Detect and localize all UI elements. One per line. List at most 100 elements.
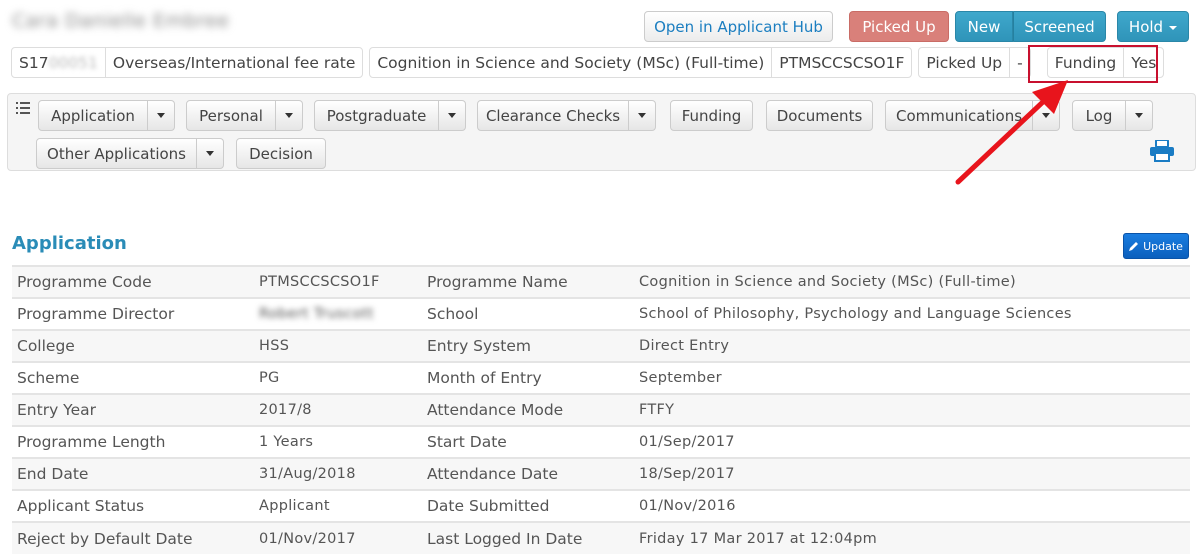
nav-decision-button[interactable]: Decision [236,138,326,169]
picked-up-button[interactable]: Picked Up [849,11,949,42]
nav-clearance-checks-dropdown[interactable] [629,100,656,131]
table-row: Scheme PG Month of Entry September [12,362,1190,394]
field-value: 01/Sep/2017 [639,434,735,450]
table-row: Applicant Status Applicant Date Submitted 0… [12,490,1190,522]
header-actions: Open in Applicant Hub Picked Up New Scre… [0,11,1200,43]
nav-documents-button[interactable]: Documents [766,100,873,131]
summary-group-id-fee: S17 00051 Overseas/International fee rat… [11,47,364,78]
field-label: Reject by Default Date [17,529,193,548]
field-value: Applicant [259,498,330,514]
nav-application-dropdown[interactable] [148,100,175,131]
table-row: Entry Year 2017/8 Attendance Mode FTFY [12,394,1190,426]
list-icon [16,102,30,114]
field-label: Date Submitted [427,497,550,515]
field-label: Last Logged In Date [427,529,583,548]
nav-personal-button[interactable]: Personal [186,100,276,131]
nav-personal: Personal [186,100,303,131]
nav-other-applications-dropdown[interactable] [197,138,224,169]
table-row: Programme Length 1 Years Start Date 01/Sep/… [12,426,1190,458]
nav-communications: Communications [885,100,1060,131]
field-value: PG [259,370,280,386]
student-id-prefix: S17 [19,53,49,72]
field-value: September [639,370,722,386]
status-button-group: New Screened [955,11,1106,42]
field-value: Cognition in Science and Society (MSc) (… [639,274,1016,290]
field-label: Scheme [17,369,80,387]
update-button[interactable]: Update [1123,233,1189,259]
summary-programme-name: Cognition in Science and Society (MSc) (… [377,53,765,72]
field-label: Entry Year [17,401,96,419]
field-value: 01/Nov/2016 [639,498,736,514]
caret-down-icon [1042,113,1050,118]
summary-group-funding: Funding Yes [1046,47,1165,78]
caret-down-icon [1169,25,1178,30]
table-row: Reject by Default Date 01/Nov/2017 Last Lo… [12,522,1190,554]
table-row: Programme Director Robert Truscott School S… [12,298,1190,330]
new-button[interactable]: New [955,11,1013,42]
hold-label: Hold [1128,17,1164,36]
field-label: Month of Entry [427,369,542,387]
student-id: S17 00051 [12,48,105,77]
field-value: HSS [259,338,290,354]
caret-down-icon [448,113,456,118]
field-value: 31/Aug/2018 [259,466,356,482]
field-label: Attendance Mode [427,401,564,419]
caret-down-icon [285,113,293,118]
nav-documents: Documents [766,100,873,131]
field-value: 01/Nov/2017 [259,530,356,547]
field-label: Entry System [427,337,531,355]
field-value: School of Philosophy, Psychology and Lan… [639,306,1072,322]
nav-personal-dropdown[interactable] [276,100,303,131]
nav-decision: Decision [236,138,326,169]
nav-application-button[interactable]: Application [38,100,148,131]
field-label: Attendance Date [427,465,559,483]
summary-status: Picked Up [926,53,1003,72]
field-value: Friday 17 Mar 2017 at 12:04pm [639,530,878,547]
applicant-summary-bar: S17 00051 Overseas/International fee rat… [11,47,1170,79]
open-applicant-hub-button[interactable]: Open in Applicant Hub [644,11,833,42]
summary-group-programme: Cognition in Science and Society (MSc) (… [369,47,913,78]
nav-funding: Funding [670,100,753,131]
summary-group-status: Picked Up - [918,47,1031,78]
screened-button[interactable]: Screened [1013,11,1106,42]
summary-status-extra: - [1009,48,1030,77]
nav-log-button[interactable]: Log [1072,100,1126,131]
field-value: PTMSCCSCSO1F [259,274,380,290]
nav-communications-button[interactable]: Communications [885,100,1033,131]
caret-down-icon [206,151,214,156]
table-row: End Date 31/Aug/2018 Attendance Date 18/Sep… [12,458,1190,490]
summary-programme-code: PTMSCCSCSO1F [771,48,911,77]
nav-postgraduate-dropdown[interactable] [439,100,466,131]
nav-log-dropdown[interactable] [1126,100,1153,131]
application-details-table: Programme Code PTMSCCSCSO1F Programme Name… [12,265,1190,554]
field-label: School [427,305,479,323]
field-value: Robert Truscott [259,306,374,322]
field-value: 1 Years [259,434,314,450]
funding-label: Funding [1054,53,1117,72]
field-value: Direct Entry [639,338,730,354]
funding-value: Yes [1123,48,1163,77]
caret-down-icon [1135,113,1143,118]
field-label: Applicant Status [17,497,145,515]
nav-clearance-checks-button[interactable]: Clearance Checks [477,100,629,131]
nav-other-applications-button[interactable]: Other Applications [36,138,197,169]
field-label: Programme Director [17,305,175,323]
nav-postgraduate: Postgraduate [314,100,466,131]
field-value: 2017/8 [259,402,312,418]
section-title: Application [12,233,127,254]
print-icon[interactable] [1150,140,1174,162]
table-row: Programme Code PTMSCCSCSO1F Programme Name… [12,266,1190,298]
caret-down-icon [638,113,646,118]
field-label: Programme Name [427,273,568,291]
table-row: College HSS Entry System Direct Entry [12,330,1190,362]
nav-postgraduate-button[interactable]: Postgraduate [314,100,439,131]
nav-other-applications: Other Applications [36,138,224,169]
hold-dropdown-button[interactable]: Hold [1117,11,1189,42]
update-label: Update [1143,239,1183,253]
nav-communications-dropdown[interactable] [1033,100,1060,131]
nav-clearance-checks: Clearance Checks [477,100,656,131]
field-value: 18/Sep/2017 [639,466,735,482]
nav-funding-button[interactable]: Funding [670,100,753,131]
section-nav-panel: Application Personal Postgraduate Cleara… [7,93,1196,171]
fee-rate: Overseas/International fee rate [104,48,362,77]
